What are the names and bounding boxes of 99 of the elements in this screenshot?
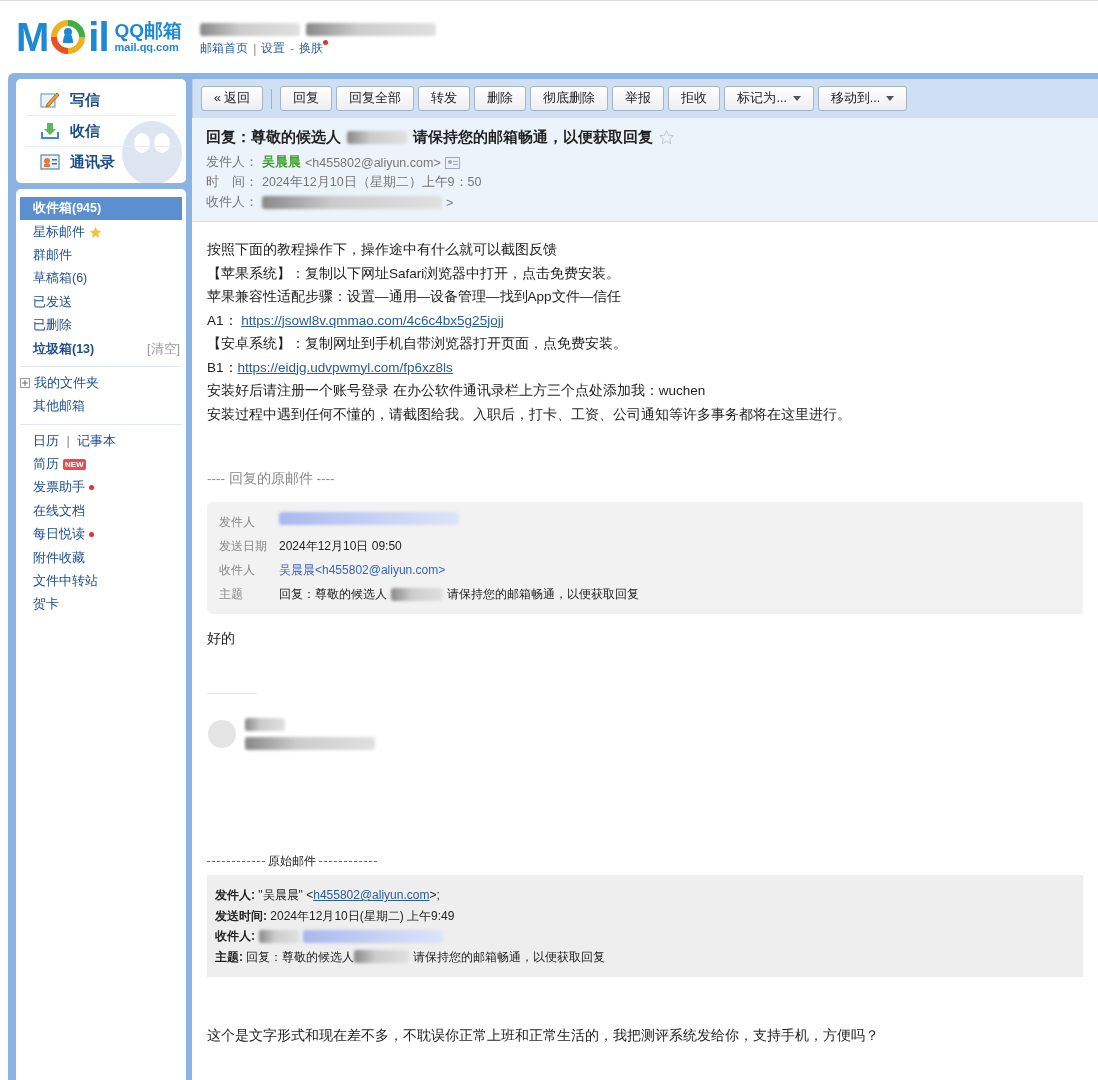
field-value: 请保持您的邮箱畅通，以便获取回复 — [411, 948, 605, 966]
field-label: 发送时间: — [215, 907, 267, 925]
blurred-text — [391, 587, 443, 601]
sidebar-item[interactable]: 其他邮箱 — [20, 395, 182, 419]
separator-text: - — [290, 41, 295, 56]
sidebar-item[interactable]: 贺卡 — [20, 593, 182, 617]
field-value: "吴晨晨" < — [257, 887, 314, 904]
email-link[interactable]: h455802@aliyun.com — [313, 885, 430, 906]
toolbar-button[interactable]: « 返回 — [201, 86, 264, 111]
field-label: 收件人: — [215, 928, 255, 945]
body-text: 这个是文字形式和现在差不多，不耽误你正常上班和正常生活的，我把测评系统发给你，支持手机，方便吗？ — [207, 1027, 880, 1045]
sidebar-item[interactable]: 群邮件 — [20, 243, 182, 268]
field-label: 主题: — [215, 948, 243, 966]
sidebar-item[interactable]: 已发送 — [20, 290, 182, 314]
sidebar-item[interactable]: 发票助手 — [20, 476, 182, 500]
calendar-link[interactable]: 日历 — [33, 432, 59, 450]
body-text: 【苹果系统】：复制以下网址Safari浏览器中打开，点击免费安装。 — [207, 264, 622, 283]
contact-card-icon[interactable] — [444, 156, 460, 169]
sidebar-action[interactable]: 通讯录 — [26, 147, 176, 177]
separator-text: | — [65, 434, 71, 449]
field-label: 发件人: — [215, 887, 255, 904]
sidebar-item[interactable]: 已删除 — [20, 313, 182, 338]
blurred-text — [354, 950, 410, 964]
sidebar-item[interactable]: 垃圾箱(13) — [33, 340, 95, 358]
quote-heading: 原始邮件 — [268, 854, 316, 869]
field-value: 2024年12月10日(星期二) 上午9:49 — [269, 907, 455, 925]
domain-text: mail.qq.com — [114, 41, 180, 54]
sidebar-item[interactable]: 星标邮件 — [20, 220, 182, 244]
notification-dot — [323, 40, 329, 45]
notification-dot — [89, 485, 94, 491]
field-label: 收件人 — [219, 562, 256, 579]
logo-icon — [50, 19, 87, 55]
notepad-link[interactable]: 记事本 — [77, 432, 117, 450]
toolbar-button[interactable]: 移动到... — [817, 86, 908, 111]
reply-text: 好的 — [207, 630, 236, 648]
blurred-text — [245, 718, 285, 731]
caret-icon — [886, 96, 895, 101]
mail-subject: 回复：尊敬的候选人 — [206, 128, 341, 147]
sidebar-item[interactable]: 每日悦读 — [20, 523, 182, 547]
sender-address: <h455802@aliyun.com> — [305, 155, 441, 170]
nav-link[interactable]: 邮箱首页 — [200, 40, 249, 57]
field-value: 回复：尊敬的候选人 — [279, 586, 387, 603]
star-icon — [89, 225, 102, 239]
sidebar-item[interactable]: 文件中转站 — [20, 569, 182, 594]
field-value: 回复：尊敬的候选人 — [245, 948, 355, 966]
sidebar-action[interactable]: 写信 — [26, 85, 176, 116]
field-value: 2024年12月10日 09:50 — [279, 538, 402, 555]
separator-text: | — [253, 41, 257, 56]
body-text: 安装过程中遇到任何不懂的，请截图给我。入职后，打卡、工资、公司通知等许多事务都将在这里进行。 — [207, 405, 852, 424]
expand-icon[interactable] — [20, 378, 30, 389]
logo-text: M — [16, 17, 49, 57]
recipient-link[interactable]: 吴晨晨<h455802@aliyun.com> — [279, 560, 446, 580]
body-text: A1： https://jsowl8v.qmmao.com/4c6c4bx5g25jojj — [207, 311, 505, 330]
field-label: 时 间： — [206, 174, 258, 191]
field-label: 主题 — [219, 586, 244, 603]
pencil-icon — [40, 91, 60, 109]
sidebar-item[interactable]: 草稿箱(6) — [20, 267, 182, 291]
sidebar-item[interactable]: 我的文件夹 — [20, 371, 182, 396]
body-text: 安装好后请注册一个账号登录 在办公软件通讯录栏上方三个点处添加我：wuchen — [207, 382, 707, 400]
toolbar-button[interactable]: 举报 — [612, 86, 665, 111]
sidebar-action[interactable]: 收信 — [26, 116, 176, 147]
body-text: 苹果兼容性适配步骤：设置—通用—设备管理—找到App文件—信任 — [207, 288, 623, 306]
caret-icon — [792, 96, 801, 101]
field-label: 发件人： — [206, 154, 258, 171]
toolbar-button[interactable]: 标记为... — [724, 86, 814, 111]
contact-card-icon — [40, 154, 60, 170]
notification-dot — [89, 532, 94, 538]
field-value: > — [446, 195, 454, 210]
field-value: 2024年12月10日（星期二）上午9：50 — [262, 174, 482, 191]
quote-heading: ---- 回复的原邮件 ---- — [207, 470, 336, 488]
field-label: 发送日期 — [219, 538, 268, 555]
nav-link[interactable]: 换肤 — [299, 40, 329, 57]
field-label: 收件人： — [206, 194, 258, 211]
toolbar-button[interactable]: 回复 — [280, 86, 333, 111]
download-link[interactable]: https://eidjg.udvpwmyl.com/fp6xz8ls — [237, 359, 453, 375]
toolbar-button[interactable]: 彻底删除 — [530, 86, 609, 111]
star-icon[interactable] — [659, 130, 674, 145]
toolbar-button[interactable]: 转发 — [418, 86, 471, 111]
sidebar-item[interactable]: 在线文档 — [20, 499, 182, 524]
download-link[interactable]: https://jsowl8v.qmmao.com/4c6c4bx5g25jojj — [241, 312, 504, 328]
sidebar-item[interactable]: 简历 NEW — [20, 452, 182, 477]
body-text: B1：https://eidjg.udvpwmyl.com/fp6xz8ls — [207, 358, 454, 377]
field-value: 请保持您的邮箱畅通，以便获取回复 — [447, 586, 639, 603]
download-tray-icon — [40, 122, 60, 140]
field-value: >; — [429, 887, 440, 904]
toolbar-button[interactable]: 删除 — [474, 86, 527, 111]
toolbar-button[interactable]: 拒收 — [668, 86, 721, 111]
blurred-text — [347, 131, 407, 144]
sidebar-item[interactable]: 附件收藏 — [20, 546, 182, 570]
toolbar-button[interactable]: 回复全部 — [336, 86, 415, 111]
brand-name: QQ邮箱 — [114, 20, 183, 42]
mail-subject: 请保持您的邮箱畅通，以便获取回复 — [413, 128, 653, 147]
new-badge: NEW — [63, 459, 86, 471]
logo-text: il — [88, 17, 109, 57]
body-text: 【安卓系统】：复制网址到手机自带浏览器打开页面，点免费安装。 — [207, 335, 628, 353]
blurred-text — [259, 929, 299, 943]
nav-link[interactable]: 设置 — [261, 40, 286, 57]
field-label: 发件人 — [219, 514, 256, 531]
body-text: 按照下面的教程操作下，操作途中有什么就可以截图反馈 — [207, 241, 558, 259]
